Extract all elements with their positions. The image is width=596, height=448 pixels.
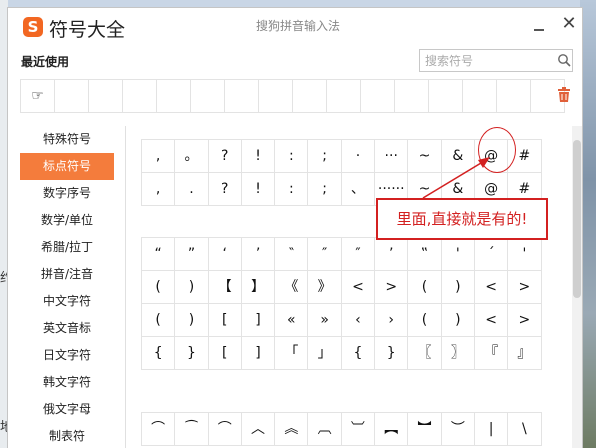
desktop-background-right	[580, 0, 596, 448]
annotation-callout: 里面,直接就是有的!	[376, 198, 548, 240]
desktop-background-left: 约 地	[0, 0, 13, 448]
desktop-background-top	[0, 0, 596, 8]
symbol-window: S 符号大全 搜狗拼音输入法 ✕ 最近使用 ☞ 特殊符号标点符号数字序号数学/单…	[8, 8, 582, 448]
